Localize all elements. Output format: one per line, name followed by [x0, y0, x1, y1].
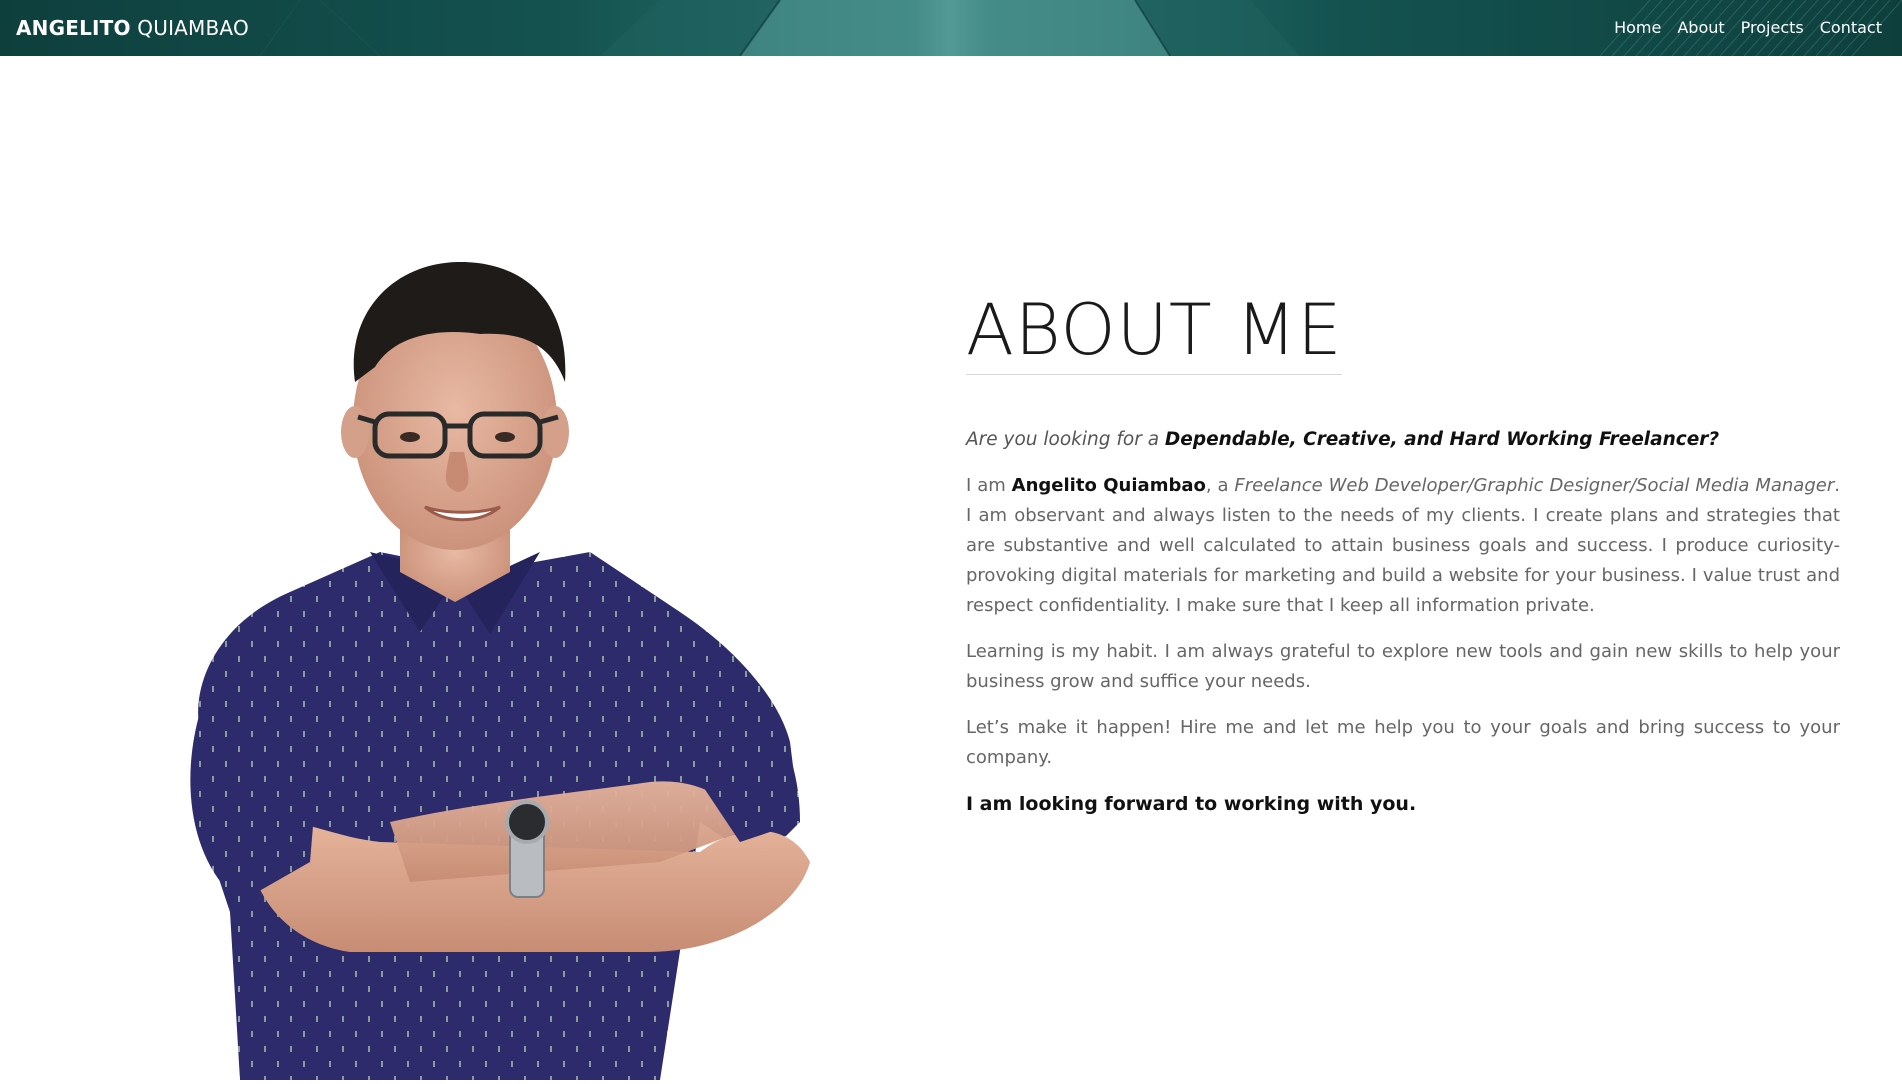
intro-prefix: I am: [966, 475, 1006, 496]
nav-link-contact[interactable]: Contact: [1820, 17, 1882, 39]
brand-logo[interactable]: ANGELITO QUIAMBAO: [16, 15, 249, 41]
tagline-emphasis: Dependable, Creative, and Hard Working F…: [1164, 429, 1720, 450]
about-closing-line: I am looking forward to working with you…: [966, 793, 1417, 815]
nav-link-home[interactable]: Home: [1614, 17, 1661, 39]
navbar: ANGELITO QUIAMBAO Home About Projects Co…: [0, 0, 1902, 56]
about-tagline: Are you looking for a Dependable, Creati…: [966, 425, 1840, 455]
brand-last-name: QUIAMBAO: [137, 16, 249, 40]
intro-rest: . I am observant and always listen to th…: [966, 475, 1840, 616]
about-cta-paragraph: Let’s make it happen! Hire me and let me…: [966, 717, 1840, 768]
intro-name: Angelito Quiambao: [1011, 475, 1206, 496]
profile-photo: [180, 261, 840, 1080]
about-section: ABOUT ME Are you looking for a Dependabl…: [966, 290, 1840, 819]
tagline-prefix: Are you looking for a: [966, 429, 1160, 450]
about-intro-paragraph: I am Angelito Quiambao, a Freelance Web …: [966, 471, 1840, 621]
about-title: ABOUT ME: [966, 290, 1343, 375]
intro-separator: , a: [1205, 475, 1229, 496]
about-learning-paragraph: Learning is my habit. I am always gratef…: [966, 641, 1840, 692]
person-photo-icon: [190, 261, 810, 1080]
nav-link-projects[interactable]: Projects: [1741, 17, 1804, 39]
nav-menu: Home About Projects Contact: [1614, 17, 1882, 39]
nav-link-about[interactable]: About: [1677, 17, 1724, 39]
intro-role: Freelance Web Developer/Graphic Designer…: [1234, 475, 1835, 496]
brand-first-name: ANGELITO: [16, 16, 131, 40]
